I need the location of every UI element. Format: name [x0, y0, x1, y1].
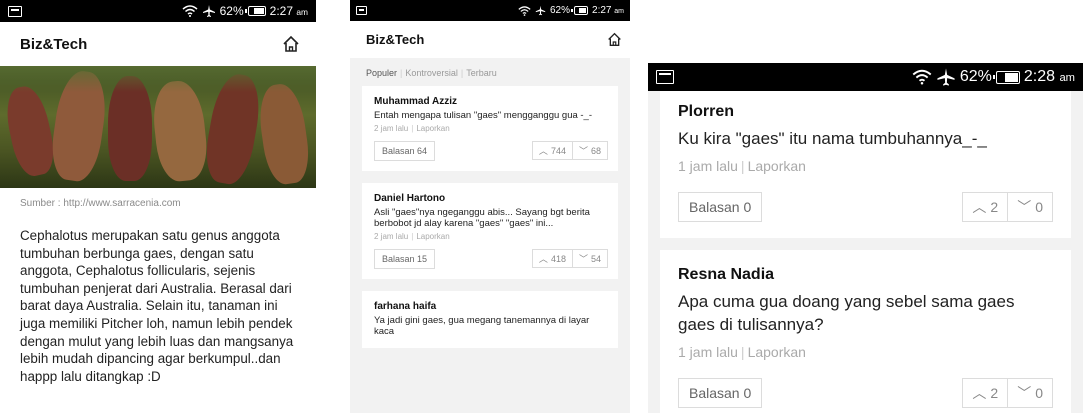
comment-time: 2 jam lalu	[374, 231, 409, 241]
wifi-icon	[912, 69, 932, 85]
battery-percent: 62%	[959, 68, 992, 85]
comment-meta: 2 jam lalu | Laporkan	[374, 123, 450, 133]
downvote-button[interactable]: ﹀ 0	[1008, 378, 1053, 408]
report-link[interactable]: Laporkan	[416, 232, 449, 241]
comment-meta: 1 jam lalu | Laporkan	[678, 158, 806, 174]
message-notification-icon	[356, 6, 367, 15]
app-title: Biz&Tech	[366, 32, 425, 47]
downvote-button[interactable]: ﹀ 0	[1008, 192, 1053, 222]
tab-kontroversial[interactable]: Kontroversial	[405, 68, 458, 78]
home-icon[interactable]	[282, 35, 300, 53]
chevron-down-icon: ﹀	[1017, 385, 1032, 401]
comment-body: Apa cuma gua doang yang sebel sama gaes …	[678, 292, 1015, 334]
article-screen: 62% 2:27 am Biz&Tech Sumber : http://www…	[0, 0, 316, 413]
comment-time: 1 jam lalu	[678, 344, 738, 360]
status-bar: 62% 2:27 am	[350, 0, 630, 21]
comment-author: Resna Nadia	[678, 266, 775, 283]
battery-icon	[244, 6, 266, 16]
message-notification-icon	[8, 5, 22, 17]
sort-tabs: Populer | Kontroversial | Terbaru	[366, 68, 497, 78]
report-link[interactable]: Laporkan	[748, 158, 806, 174]
chevron-up-icon: ︿	[538, 254, 548, 264]
comment-body: Entah mengapa tulisan "gaes" mengganggu …	[374, 110, 593, 121]
clock: 2:27 am	[592, 5, 624, 16]
comments-feed: Plorren Ku kira "gaes" itu nama tumbuhan…	[648, 91, 1083, 413]
comments-zoom-screen: 62% 2:28 am Plorren Ku kira "gaes" itu n…	[648, 63, 1083, 413]
comment-author: Daniel Hartono	[374, 192, 446, 204]
upvote-button[interactable]: ︿ 744	[531, 141, 573, 160]
comment-card: farhana haifa Ya jadi gini gaes, gua meg…	[362, 290, 618, 348]
downvote-button[interactable]: ﹀ 68	[572, 141, 608, 160]
comment-author: farhana haifa	[374, 300, 437, 312]
comment-author: Muhammad Azziz	[374, 96, 457, 107]
comment-card: Muhammad Azziz Entah mengapa tulisan "ga…	[362, 86, 618, 171]
battery-icon	[992, 70, 1020, 84]
comment-time: 1 jam lalu	[678, 158, 738, 174]
chevron-down-icon: ﹀	[1017, 199, 1032, 215]
airplane-mode-icon	[937, 68, 955, 86]
article-body: Cephalotus merupakan satu genus anggota …	[20, 228, 294, 384]
airplane-mode-icon	[535, 5, 546, 16]
clock: 2:27 am	[269, 4, 308, 18]
chevron-up-icon: ︿	[972, 385, 987, 401]
home-icon[interactable]	[607, 32, 622, 47]
battery-percent: 62%	[550, 5, 571, 16]
status-bar: 62% 2:28 am	[648, 63, 1083, 91]
downvote-button[interactable]: ﹀ 54	[572, 249, 608, 268]
comment-body: Asli "gaes"nya ngeganggu abis... Sayang …	[374, 206, 590, 230]
replies-button[interactable]: Balasan 64	[374, 140, 436, 161]
comment-card: Resna Nadia Apa cuma gua doang yang sebe…	[660, 250, 1071, 413]
image-caption: Sumber : http://www.sarracenia.com	[20, 198, 181, 209]
comments-feed: Populer | Kontroversial | Terbaru Muhammad A…	[350, 58, 630, 413]
upvote-button[interactable]: ︿ 2	[962, 192, 1009, 222]
tab-terbaru[interactable]: Terbaru	[466, 68, 497, 78]
app-bar: Biz&Tech	[0, 22, 316, 66]
airplane-mode-icon	[202, 5, 215, 17]
status-bar: 62% 2:27 am	[0, 0, 316, 22]
wifi-icon	[518, 5, 531, 16]
comment-time: 2 jam lalu	[374, 123, 409, 133]
report-link[interactable]: Laporkan	[416, 124, 449, 133]
replies-button[interactable]: Balasan 0	[678, 192, 763, 222]
comments-screen: 62% 2:27 am Biz&Tech Populer | Kontroversi…	[350, 0, 630, 413]
battery-percent: 62%	[219, 4, 244, 18]
app-bar: Biz&Tech	[350, 21, 630, 58]
app-title: Biz&Tech	[20, 35, 88, 53]
chevron-up-icon: ︿	[972, 199, 987, 215]
upvote-button[interactable]: ︿ 2	[962, 378, 1009, 408]
article-image	[0, 66, 316, 188]
chevron-down-icon: ﹀	[578, 254, 588, 264]
chevron-up-icon: ︿	[538, 146, 548, 156]
message-notification-icon	[656, 70, 674, 84]
comment-card: Daniel Hartono Asli "gaes"nya ngeganggu …	[362, 182, 618, 279]
comment-author: Plorren	[678, 103, 735, 120]
upvote-button[interactable]: ︿ 418	[531, 249, 573, 268]
comment-card: Plorren Ku kira "gaes" itu nama tumbuhan…	[660, 91, 1071, 238]
comment-meta: 1 jam lalu | Laporkan	[678, 344, 806, 360]
comment-meta: 2 jam lalu | Laporkan	[374, 231, 450, 241]
chevron-down-icon: ﹀	[578, 146, 588, 156]
clock: 2:28 am	[1023, 68, 1075, 85]
battery-icon	[571, 6, 589, 15]
wifi-icon	[182, 5, 198, 17]
report-link[interactable]: Laporkan	[748, 344, 806, 360]
replies-button[interactable]: Balasan 15	[374, 248, 436, 269]
tab-populer[interactable]: Populer	[366, 68, 397, 78]
comment-body: Ya jadi gini gaes, gua megang tanemannya…	[374, 314, 590, 338]
comment-body: Ku kira "gaes" itu nama tumbuhannya_-_	[678, 129, 987, 148]
replies-button[interactable]: Balasan 0	[678, 378, 763, 408]
